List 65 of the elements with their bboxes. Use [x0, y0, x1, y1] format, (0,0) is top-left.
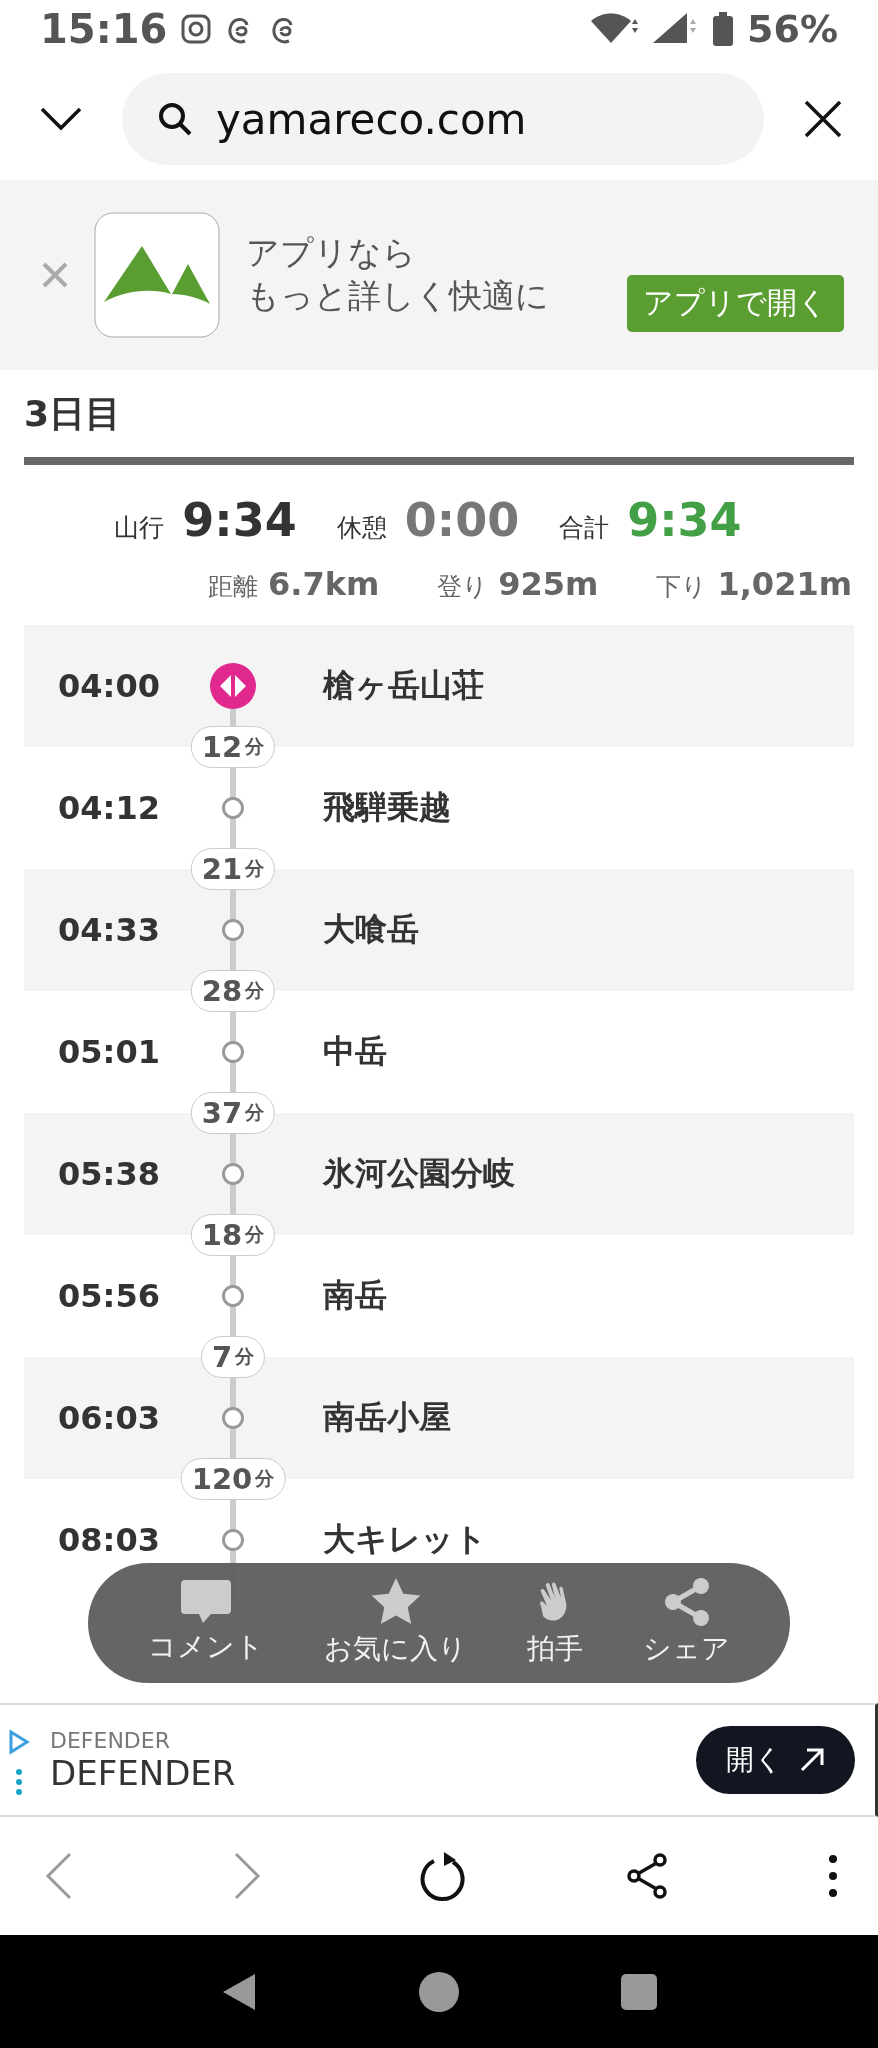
- place-name: 氷河公園分岐: [321, 1153, 516, 1194]
- stat-value: 1,021m: [717, 565, 852, 603]
- place-name: 大喰岳: [322, 909, 420, 950]
- waypoint-dot: [222, 1407, 244, 1429]
- camera-icon: [181, 14, 212, 44]
- day-title: 3日目: [23, 392, 123, 436]
- status-time: 15:16: [40, 6, 168, 52]
- waypoint-dot: [222, 1163, 244, 1185]
- speech-bubble-icon: [181, 1580, 231, 1624]
- place-name: 飛騨乗越: [322, 787, 452, 828]
- arrival-time: 08:03: [57, 1521, 161, 1559]
- arrival-time: 05:38: [57, 1155, 161, 1193]
- app-logo-icon: [94, 212, 220, 338]
- place-name: 槍ヶ岳山荘: [321, 665, 485, 706]
- wifi-icon: [591, 13, 640, 45]
- stat-label: 下り: [656, 571, 708, 603]
- waypoint-dot: [222, 797, 244, 819]
- stat-label: 登り: [437, 571, 489, 603]
- place-name: 南岳: [322, 1275, 388, 1316]
- ad-title: DEFENDER: [50, 1752, 237, 1793]
- place-name: 南岳小屋: [322, 1397, 452, 1438]
- start-marker-icon: [210, 663, 256, 709]
- summary-value: 9:34: [627, 493, 742, 547]
- summary-label: 休憩: [336, 512, 387, 544]
- close-icon[interactable]: [804, 100, 842, 138]
- home-circle-icon[interactable]: [419, 1971, 459, 2012]
- arrival-time: 04:00: [57, 667, 161, 705]
- summary-value: 9:34: [182, 493, 297, 547]
- summary-value: 0:00: [404, 493, 520, 547]
- waypoint-dot: [222, 919, 244, 941]
- banner-text: もっと詳しく快適に: [246, 275, 550, 317]
- summary-label: 山行: [114, 512, 165, 544]
- arrival-time: 05:56: [57, 1277, 161, 1315]
- place-name: 中岳: [322, 1031, 388, 1072]
- reload-icon[interactable]: [420, 1850, 468, 1902]
- stat-label: 距離: [208, 571, 258, 603]
- arrow-icon: [799, 1747, 825, 1773]
- share-icon: [664, 1578, 709, 1626]
- star-icon: [370, 1578, 421, 1626]
- more-icon[interactable]: [828, 1854, 838, 1898]
- address-bar[interactable]: yamareco.com: [122, 73, 764, 165]
- battery-icon: [713, 12, 734, 46]
- chevron-down-icon[interactable]: [40, 107, 82, 131]
- stat-value: 6.7km: [268, 565, 380, 603]
- waypoint-dot: [222, 1529, 244, 1551]
- summary-label: 合計: [559, 512, 610, 544]
- place-name: 大キレット: [322, 1519, 488, 1560]
- waypoint-dot: [222, 1285, 244, 1307]
- url-text: yamareco.com: [216, 94, 527, 144]
- stat-value: 925m: [498, 565, 599, 603]
- arrival-time: 06:03: [57, 1399, 161, 1437]
- back-triangle-icon[interactable]: [221, 1971, 257, 2012]
- recents-square-icon[interactable]: [621, 1973, 657, 2010]
- ad-open-button[interactable]: 開く: [696, 1726, 855, 1794]
- arrival-time: 04:33: [57, 911, 161, 949]
- share-icon[interactable]: [626, 1853, 670, 1899]
- search-icon: [158, 102, 192, 136]
- arrival-time: 04:12: [57, 789, 161, 827]
- arrival-time: 05:01: [57, 1033, 161, 1071]
- advertiser-name: DEFENDER: [50, 1727, 171, 1753]
- forward-icon[interactable]: [232, 1852, 262, 1900]
- waypoint-dot: [222, 1041, 244, 1063]
- banner-text: アプリなら: [246, 232, 417, 275]
- battery-level: 56%: [747, 7, 838, 51]
- back-icon[interactable]: [44, 1852, 74, 1900]
